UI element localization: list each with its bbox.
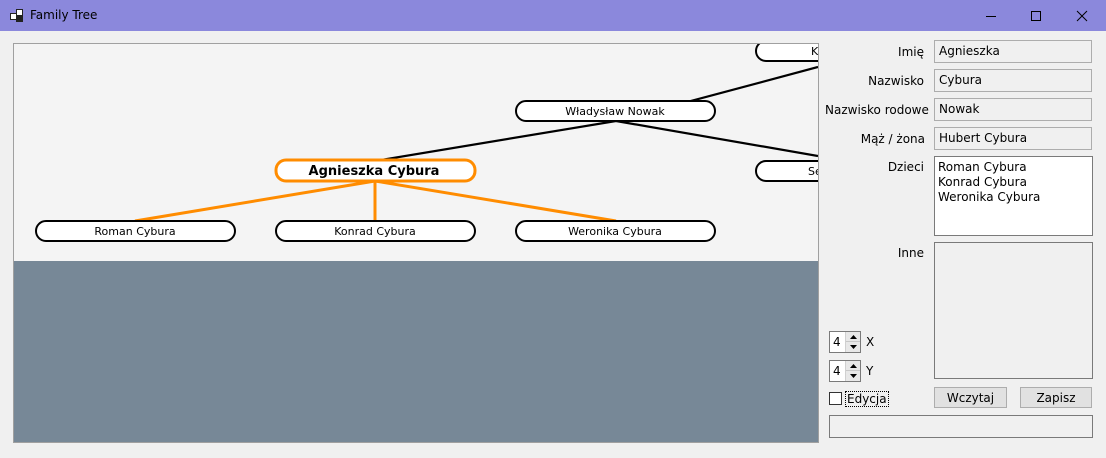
tree-node-label: Władysław Nowak xyxy=(565,105,665,118)
tree-node-agnieszka-cybura[interactable]: Agnieszka Cybura xyxy=(274,158,477,183)
last-name-field[interactable]: Cybura xyxy=(934,69,1092,92)
status-field[interactable] xyxy=(829,415,1093,438)
tree-node-label: Roman Cybura xyxy=(94,225,175,238)
tree-node-label: K xyxy=(811,45,819,58)
close-icon xyxy=(1076,10,1088,21)
list-item[interactable]: Weronika Cybura xyxy=(938,190,1089,205)
last-name-label: Nazwisko xyxy=(868,74,924,88)
edit-checkbox-label[interactable]: Edycja xyxy=(845,391,889,407)
tree-node-label: Se xyxy=(808,165,819,178)
arrow-down-icon xyxy=(849,374,857,378)
list-item[interactable]: Roman Cybura xyxy=(938,160,1089,175)
minimize-button[interactable] xyxy=(968,0,1014,31)
family-tree-app-icon xyxy=(10,9,24,22)
title-bar: Family Tree xyxy=(0,0,1106,31)
x-stepper[interactable]: 4 xyxy=(829,331,861,353)
window-title: Family Tree xyxy=(30,8,98,22)
x-value: 4 xyxy=(833,335,841,349)
edit-checkbox[interactable] xyxy=(829,392,842,405)
y-stepper[interactable]: 4 xyxy=(829,360,861,382)
arrow-up-icon xyxy=(849,363,857,368)
x-down-button[interactable] xyxy=(846,342,860,352)
x-label: X xyxy=(866,335,875,349)
tree-node-wladyslaw-nowak[interactable]: Władysław Nowak xyxy=(515,100,716,122)
load-button[interactable]: Wczytaj xyxy=(934,387,1007,408)
minimize-icon xyxy=(986,15,996,17)
y-up-button[interactable] xyxy=(846,361,860,371)
children-list[interactable]: Roman Cybura Konrad Cybura Weronika Cybu… xyxy=(934,156,1093,236)
save-button[interactable]: Zapisz xyxy=(1020,387,1092,408)
maiden-name-field[interactable]: Nowak xyxy=(934,98,1092,121)
tree-node-label: Weronika Cybura xyxy=(568,225,662,238)
tree-node-label: Konrad Cybura xyxy=(334,225,416,238)
tree-node-label: Agnieszka Cybura xyxy=(309,164,440,179)
tree-node-konrad-cybura[interactable]: Konrad Cybura xyxy=(275,220,476,242)
tree-node-se[interactable]: Se xyxy=(755,160,819,182)
list-item[interactable]: Konrad Cybura xyxy=(938,175,1089,190)
maiden-name-label: Nazwisko rodowe xyxy=(825,103,929,117)
close-button[interactable] xyxy=(1059,0,1105,31)
tree-node-k[interactable]: K xyxy=(755,44,819,62)
family-tree-drawing: K Władysław Nowak Se Agnieszka Cybura Ro… xyxy=(14,44,819,261)
y-down-button[interactable] xyxy=(846,371,860,381)
first-name-field[interactable]: Agnieszka xyxy=(934,40,1092,63)
arrow-up-icon xyxy=(849,334,857,339)
tree-node-roman-cybura[interactable]: Roman Cybura xyxy=(35,220,236,242)
children-label: Dzieci xyxy=(887,160,924,174)
maximize-icon xyxy=(1031,10,1041,21)
y-label: Y xyxy=(866,364,874,378)
spouse-label: Mąż / żona xyxy=(860,132,925,146)
maximize-button[interactable] xyxy=(1013,0,1059,31)
tree-node-weronika-cybura[interactable]: Weronika Cybura xyxy=(515,220,716,242)
other-label: Inne xyxy=(897,246,924,260)
family-tree-canvas[interactable]: K Władysław Nowak Se Agnieszka Cybura Ro… xyxy=(13,43,819,443)
other-textarea[interactable] xyxy=(934,242,1093,379)
arrow-down-icon xyxy=(849,345,857,349)
y-value: 4 xyxy=(833,364,841,378)
first-name-label: Imię xyxy=(898,45,924,59)
spouse-field[interactable]: Hubert Cybura xyxy=(934,127,1092,150)
x-up-button[interactable] xyxy=(846,332,860,342)
